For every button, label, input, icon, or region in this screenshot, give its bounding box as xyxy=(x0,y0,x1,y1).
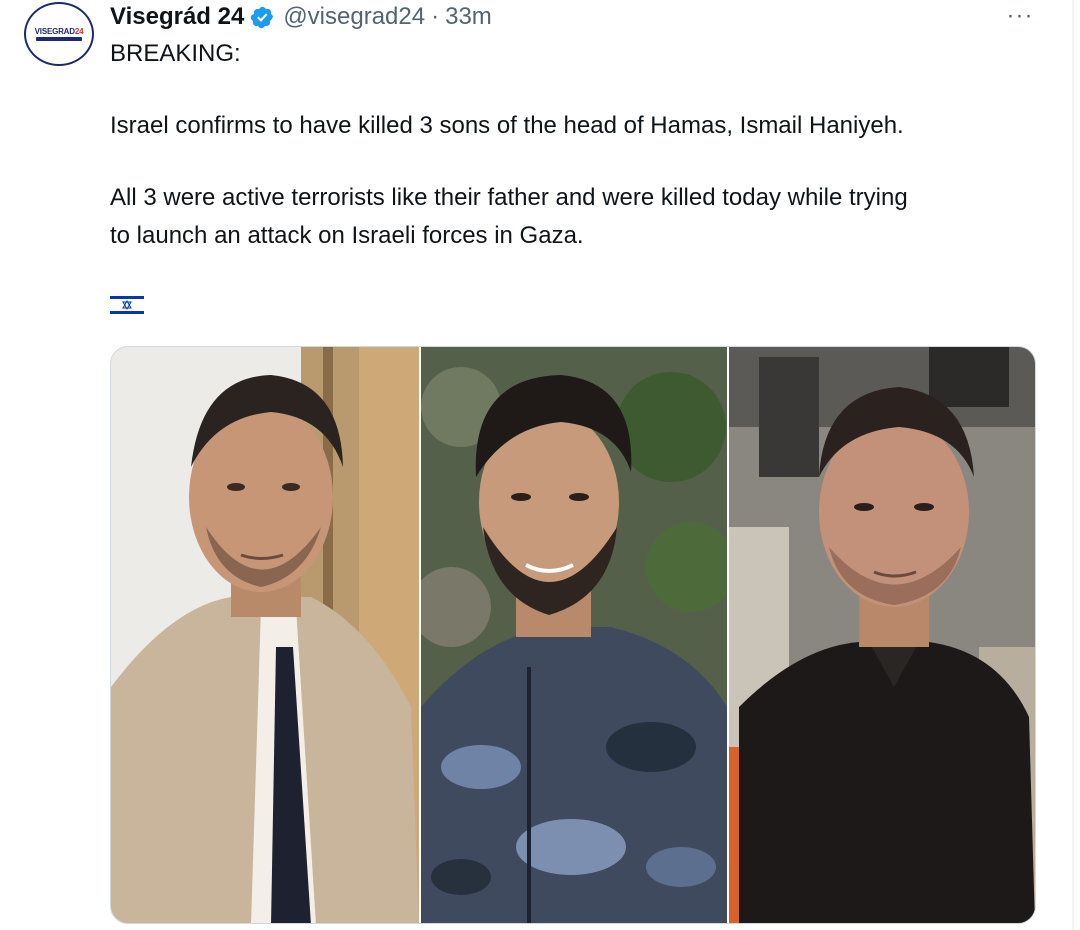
avatar[interactable]: VISEGRAD24 xyxy=(24,2,94,66)
timestamp[interactable]: 33m xyxy=(445,3,492,31)
tweet-text-line: Israel confirms to have killed 3 sons of… xyxy=(110,112,904,139)
photo-man-in-beige-suit[interactable] xyxy=(111,347,419,923)
israel-flag-emoji xyxy=(110,294,144,316)
photo-man-in-camo-jacket[interactable] xyxy=(421,347,727,923)
verified-badge-icon[interactable] xyxy=(250,5,275,30)
avatar-logo-text: VISEGRAD24 xyxy=(34,27,84,36)
tweet-text-line: to launch an attack on Israeli forces in… xyxy=(110,222,584,249)
tweet-card[interactable]: VISEGRAD24 Visegrád 24 @visegrad24 · 33m… xyxy=(0,0,1080,930)
avatar-logo-bar xyxy=(36,37,82,41)
user-handle[interactable]: @visegrad24 xyxy=(283,3,425,31)
tweet-text-line: BREAKING: xyxy=(110,40,241,67)
more-options-icon[interactable]: ··· xyxy=(1003,2,1037,29)
tweet-header: Visegrád 24 @visegrad24 · 33m xyxy=(110,0,492,34)
photo-man-in-black-shirt[interactable] xyxy=(729,347,1035,923)
timeline-divider xyxy=(1072,0,1074,930)
tweet-text-line: All 3 were active terrorists like their … xyxy=(110,184,908,211)
separator-dot: · xyxy=(431,3,440,30)
display-name[interactable]: Visegrád 24 xyxy=(110,3,244,31)
media-grid[interactable] xyxy=(110,346,1036,924)
